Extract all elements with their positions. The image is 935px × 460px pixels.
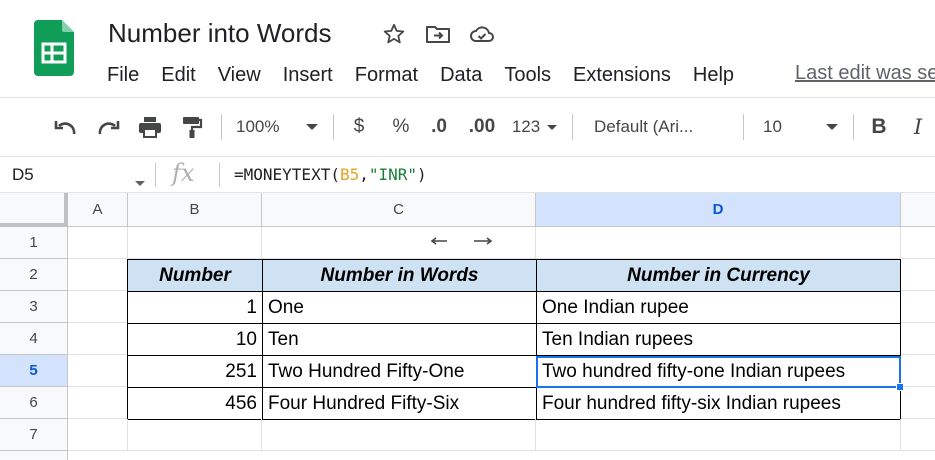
decrease-decimal-button[interactable]: .0 <box>426 112 452 142</box>
cell-a6[interactable] <box>68 387 128 419</box>
paint-format-icon[interactable] <box>176 112 208 142</box>
font-size-chevron-down-icon[interactable] <box>822 112 842 142</box>
name-box-chevron-down-icon[interactable] <box>135 173 145 191</box>
format-currency-button[interactable]: $ <box>346 112 372 142</box>
cell-a3[interactable] <box>68 291 128 323</box>
increase-decimal-button[interactable]: .00 <box>466 112 498 142</box>
cell-a7[interactable] <box>68 419 128 451</box>
column-header-c[interactable]: C <box>262 193 536 227</box>
table-cell-words[interactable]: Two Hundred Fifty-One <box>262 355 537 388</box>
table-header-number[interactable]: Number <box>127 259 263 292</box>
table-cell-currency[interactable]: One Indian rupee <box>536 291 901 324</box>
row-header-6[interactable]: 6 <box>0 387 68 419</box>
cell-b7[interactable] <box>128 419 262 451</box>
menu-tools[interactable]: Tools <box>493 64 562 87</box>
column-header-d[interactable]: D <box>536 193 901 227</box>
toolbar: 100% $ % .0 .00 123 Default (Ari... 10 B… <box>0 98 935 245</box>
table-cell-number[interactable]: 10 <box>127 323 263 356</box>
table-cell-currency[interactable]: Four hundred fifty-six Indian rupees <box>536 387 901 420</box>
undo-icon[interactable] <box>50 112 82 142</box>
move-to-folder-icon[interactable] <box>424 20 452 48</box>
cell-c1[interactable] <box>262 227 536 259</box>
table-cell-currency-selected[interactable]: Two hundred fifty-one Indian rupees <box>536 355 901 388</box>
cell-b1[interactable] <box>128 227 262 259</box>
menu-view[interactable]: View <box>207 64 272 87</box>
table-cell-number[interactable]: 1 <box>127 291 263 324</box>
redo-icon[interactable] <box>92 112 124 142</box>
spreadsheet-grid: A B C D 1 2 3 4 5 6 7 Number Number in W… <box>0 193 935 460</box>
column-header-a[interactable]: A <box>68 193 128 227</box>
row-header-4[interactable]: 4 <box>0 323 68 355</box>
menu-edit[interactable]: Edit <box>150 64 206 87</box>
last-edit-link[interactable]: Last edit was seconds ago <box>795 62 935 85</box>
google-sheets-logo-icon[interactable] <box>34 20 74 76</box>
cell-a5[interactable] <box>68 355 128 387</box>
cell-e2[interactable] <box>901 259 935 291</box>
menu-data[interactable]: Data <box>429 64 493 87</box>
row-header-2[interactable]: 2 <box>0 259 68 291</box>
cell-a1[interactable] <box>68 227 128 259</box>
row-header-7[interactable]: 7 <box>0 419 68 451</box>
font-size-select[interactable]: 10 <box>763 112 803 142</box>
formula-bar: D5 fx =MONEYTEXT(B5,"INR") <box>0 156 935 193</box>
row-header-3[interactable]: 3 <box>0 291 68 323</box>
cloud-saved-icon[interactable] <box>468 20 496 48</box>
menu-extensions[interactable]: Extensions <box>562 64 682 87</box>
menu-insert[interactable]: Insert <box>272 64 344 87</box>
formula-input[interactable]: =MONEYTEXT(B5,"INR") <box>234 165 427 184</box>
increase-decimal-label: .00 <box>468 116 496 137</box>
print-icon[interactable] <box>134 112 166 142</box>
table-cell-number[interactable]: 456 <box>127 387 263 420</box>
select-all-corner[interactable] <box>0 193 68 227</box>
table-cell-number[interactable]: 251 <box>127 355 263 388</box>
italic-button[interactable]: I <box>906 112 930 142</box>
name-box[interactable]: D5 <box>12 165 34 185</box>
table-header-number-in-currency[interactable]: Number in Currency <box>536 259 901 292</box>
format-percent-button[interactable]: % <box>388 112 414 142</box>
decrease-decimal-label: .0 <box>431 116 447 137</box>
zoom-select[interactable]: 100% <box>236 112 296 142</box>
row-header-1[interactable]: 1 <box>0 227 68 259</box>
cell-a2[interactable] <box>68 259 128 291</box>
star-icon[interactable] <box>380 20 408 48</box>
fill-handle[interactable] <box>896 383 904 391</box>
cell-e4[interactable] <box>901 323 935 355</box>
table-cell-words[interactable]: Four Hundred Fifty-Six <box>262 387 537 420</box>
fx-icon: fx <box>172 159 195 187</box>
cell-c7[interactable] <box>262 419 536 451</box>
more-formats-button[interactable]: 123 <box>508 112 544 142</box>
row-header-8[interactable] <box>0 451 68 460</box>
document-title[interactable]: Number into Words <box>108 18 332 49</box>
table-cell-words[interactable]: One <box>262 291 537 324</box>
cell-d7[interactable] <box>536 419 901 451</box>
cell-e7[interactable] <box>901 419 935 451</box>
cell-e6[interactable] <box>901 387 935 419</box>
more-formats-chevron-down-icon[interactable] <box>544 112 560 142</box>
menu-bar: File Edit View Insert Format Data Tools … <box>96 61 745 89</box>
table-cell-words[interactable]: Ten <box>262 323 537 356</box>
column-header-b[interactable]: B <box>128 193 262 227</box>
menu-help[interactable]: Help <box>682 64 745 87</box>
cell-e3[interactable] <box>901 291 935 323</box>
cell-e5[interactable] <box>901 355 935 387</box>
zoom-chevron-down-icon[interactable] <box>302 112 322 142</box>
cell-a4[interactable] <box>68 323 128 355</box>
column-header-e[interactable] <box>901 193 935 227</box>
bold-button[interactable]: B <box>866 112 892 142</box>
menu-file[interactable]: File <box>96 64 150 87</box>
table-header-number-in-words[interactable]: Number in Words <box>262 259 537 292</box>
cell-d1[interactable] <box>536 227 901 259</box>
cell-e1[interactable] <box>901 227 935 259</box>
font-family-select[interactable]: Default (Ari... <box>594 112 734 142</box>
table-cell-currency[interactable]: Ten Indian rupees <box>536 323 901 356</box>
menu-format[interactable]: Format <box>344 64 429 87</box>
row-header-5[interactable]: 5 <box>0 355 68 387</box>
